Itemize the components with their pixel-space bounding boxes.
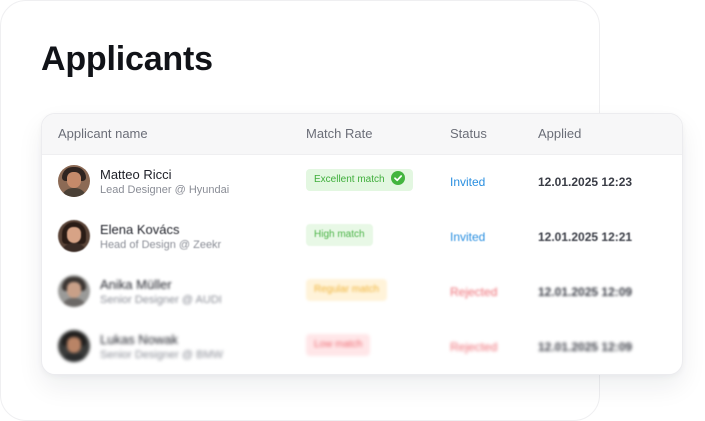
column-header-applicant-name[interactable]: Applicant name [58, 126, 148, 141]
table-row[interactable]: Matteo Ricci Lead Designer @ Hyundai Exc… [42, 155, 682, 210]
match-badge: Excellent match [306, 169, 413, 191]
status-label: Invited [450, 230, 486, 244]
status-label: Rejected [450, 340, 498, 354]
applicant-role: Head of Design @ Zeekr [100, 239, 222, 251]
avatar [58, 165, 90, 197]
applied-date: 12.01.2025 12:09 [538, 285, 633, 299]
avatar [58, 330, 90, 362]
table-row[interactable]: Elena Kovács Head of Design @ Zeekr High… [42, 210, 682, 265]
table-row[interactable]: Lukas Nowak Senior Designer @ BMW Low ma… [42, 320, 682, 374]
applicant-name: Lukas Nowak [100, 332, 179, 347]
match-badge: High match [306, 224, 373, 246]
app-stage: Applicants Applicant name Match Rate Sta… [0, 0, 705, 421]
applicant-name: Matteo Ricci [100, 167, 172, 182]
column-header-status[interactable]: Status [450, 126, 487, 141]
match-badge: Regular match [306, 279, 388, 301]
applied-date: 12.01.2025 12:09 [538, 340, 633, 354]
applicant-role: Lead Designer @ Hyundai [100, 184, 230, 196]
table-row[interactable]: Anika Müller Senior Designer @ AUDI Regu… [42, 265, 682, 320]
check-circle-icon [390, 171, 405, 186]
applicant-name: Elena Kovács [100, 222, 180, 237]
table-header: Applicant name Match Rate Status Applied [42, 114, 682, 155]
status-label: Rejected [450, 285, 498, 299]
applied-date: 12.01.2025 12:23 [538, 175, 633, 189]
applied-date: 12.01.2025 12:21 [538, 230, 633, 244]
applicants-table: Applicant name Match Rate Status Applied… [41, 113, 683, 375]
column-header-match-rate[interactable]: Match Rate [306, 126, 372, 141]
column-header-applied[interactable]: Applied [538, 126, 581, 141]
match-label: Excellent match [314, 174, 385, 185]
applicant-role: Senior Designer @ BMW [100, 349, 224, 361]
status-label: Invited [450, 175, 486, 189]
avatar [58, 220, 90, 252]
match-badge: Low match [306, 334, 371, 356]
applicant-name: Anika Müller [100, 277, 172, 292]
applicant-role: Senior Designer @ AUDI [100, 294, 222, 306]
page-title: Applicants [41, 40, 213, 78]
avatar [58, 275, 90, 307]
